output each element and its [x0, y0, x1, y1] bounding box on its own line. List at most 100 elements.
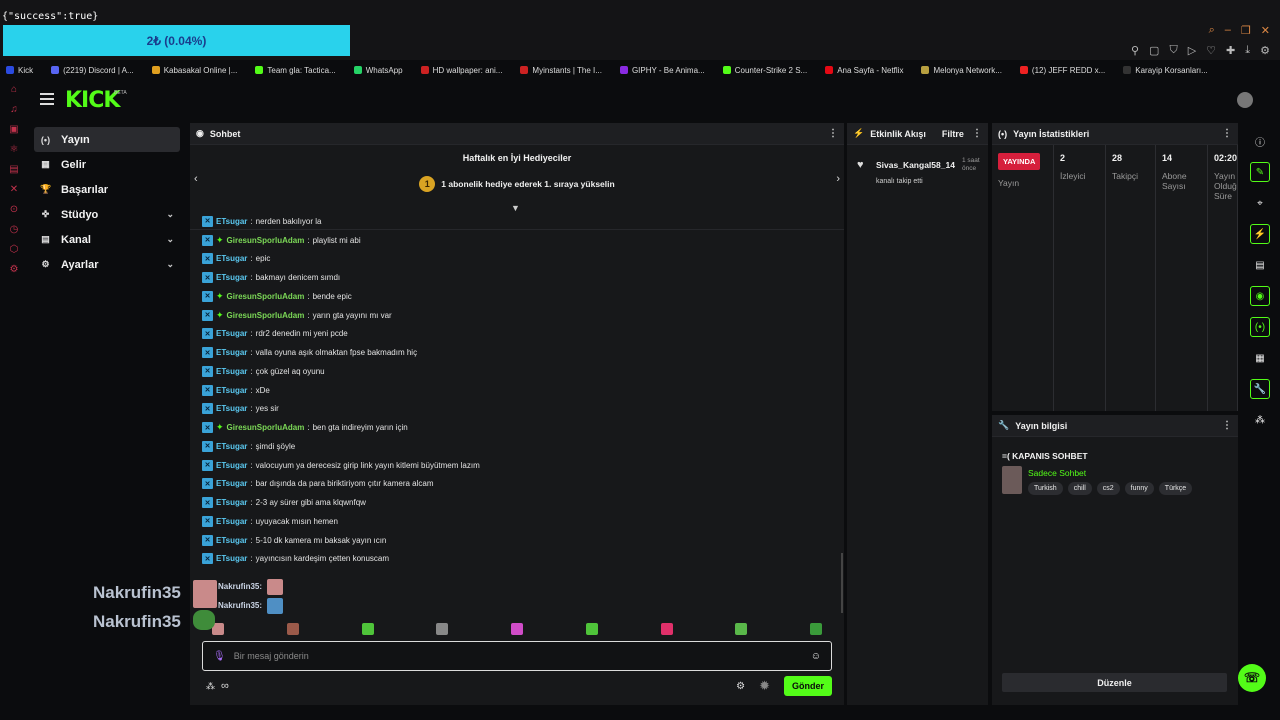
chevron-down-icon[interactable]: ⌄	[166, 259, 174, 270]
nav-item[interactable]: 🏆 Başarılar	[34, 177, 180, 202]
chat-username[interactable]: ETsugar	[216, 517, 247, 526]
chat-username[interactable]: ETsugar	[216, 273, 247, 282]
hamburger-menu-icon[interactable]	[40, 93, 54, 105]
broadcast-icon[interactable]: (•)	[1250, 317, 1270, 337]
bookmark-item[interactable]: Kabasakal Online |...	[151, 66, 237, 75]
chat-username[interactable]: ETsugar	[216, 404, 247, 413]
tag-chip[interactable]: cs2	[1096, 482, 1120, 495]
chat-username[interactable]: ETsugar	[216, 217, 247, 226]
chat-username[interactable]: ETsugar	[216, 554, 247, 563]
emote-button[interactable]	[810, 623, 822, 635]
tag-chip[interactable]: funny	[1124, 482, 1154, 495]
emote-button[interactable]	[286, 623, 299, 635]
chat-input-box[interactable]: 🎙 ☺	[202, 641, 832, 671]
app-icon[interactable]: ▣	[9, 124, 18, 135]
chevron-down-icon[interactable]: ⌄	[166, 209, 174, 220]
emote-button[interactable]	[585, 623, 598, 635]
chat-username[interactable]: ETsugar	[216, 367, 247, 376]
chat-username[interactable]: ETsugar	[216, 442, 247, 451]
emote-button[interactable]	[511, 623, 523, 635]
shield-icon[interactable]: ⛉	[1169, 44, 1177, 57]
wrench-toolbar-icon[interactable]: 🔧	[1250, 379, 1270, 399]
bookmark-item[interactable]: Myinstants | The I...	[520, 66, 602, 75]
tag-chip[interactable]: chill	[1067, 482, 1092, 495]
twitch-icon[interactable]: ▤	[9, 164, 18, 175]
info-icon[interactable]: ⓘ	[1250, 131, 1270, 151]
layout-icon[interactable]: ▦	[1250, 348, 1270, 368]
chat-nick-2[interactable]: Nakrufin35:	[218, 601, 262, 610]
help-chat-icon[interactable]: ☏	[1238, 664, 1266, 692]
bookmark-item[interactable]: Ana Sayfa - Netflix	[825, 66, 903, 75]
settings-icon[interactable]: ⚙	[1260, 44, 1270, 57]
chat-username[interactable]: GiresunSporluAdam	[227, 311, 305, 320]
emoji-picker-icon[interactable]: ☺	[811, 651, 821, 662]
kick-logo[interactable]: KICK	[65, 88, 120, 113]
download-icon[interactable]: ⤓	[1245, 44, 1250, 57]
heart-icon[interactable]: ♡	[1206, 44, 1216, 57]
gear-badge-icon[interactable]: ✹	[759, 678, 770, 694]
nav-item[interactable]: ▤ Kanal ⌄	[34, 227, 180, 252]
chat-username[interactable]: ETsugar	[216, 461, 247, 470]
microphone-icon[interactable]: 🎙	[213, 651, 226, 662]
edit-pencil-icon[interactable]: ✎	[1250, 162, 1270, 182]
stream-category[interactable]: Sadece Sohbet	[1028, 468, 1086, 478]
emote-button[interactable]	[660, 623, 673, 635]
bookmark-item[interactable]: Kick	[6, 66, 33, 75]
play-icon[interactable]: ▷	[1188, 44, 1196, 57]
box-icon[interactable]: ⬡	[10, 244, 19, 255]
extensions-icon[interactable]: ✚	[1226, 44, 1235, 57]
chat-username[interactable]: ETsugar	[216, 386, 247, 395]
activity-options-icon[interactable]: ⋮	[972, 128, 982, 139]
bookmark-item[interactable]: GIPHY - Be Anima...	[619, 66, 705, 75]
pin-icon[interactable]: ⚲	[1131, 44, 1139, 57]
aria-icon[interactable]: ⚛	[10, 144, 19, 155]
stats-toolbar-icon[interactable]: ▤	[1250, 255, 1270, 275]
clock-icon[interactable]: ◷	[10, 224, 19, 235]
chat-username[interactable]: ETsugar	[216, 498, 247, 507]
x-icon[interactable]: ✕	[10, 184, 18, 195]
chat-username[interactable]: ETsugar	[216, 536, 247, 545]
chat-username[interactable]: GiresunSporluAdam	[227, 236, 305, 245]
bag-icon[interactable]: ⌂	[11, 84, 17, 95]
user-avatar[interactable]	[1237, 92, 1253, 108]
chat-username[interactable]: ETsugar	[216, 329, 247, 338]
emote-button[interactable]	[436, 623, 449, 635]
chat-username[interactable]: GiresunSporluAdam	[227, 292, 305, 301]
nav-item[interactable]: (•) Yayın	[34, 127, 180, 152]
stats-options-icon[interactable]: ⋮	[1222, 128, 1232, 139]
lightning-toolbar-icon[interactable]: ⚡	[1250, 224, 1270, 244]
bookmark-item[interactable]: HD wallpaper: ani...	[420, 66, 502, 75]
screenshot-icon[interactable]: ▢	[1149, 44, 1159, 57]
send-button[interactable]: Gönder	[783, 676, 832, 696]
close-icon[interactable]: ✕	[1261, 24, 1270, 37]
nav-item[interactable]: ▦ Gelir	[34, 152, 180, 177]
share-icon[interactable]: ⁂	[1250, 410, 1270, 430]
chat-toolbar-icon[interactable]: ◉	[1250, 286, 1270, 306]
chat-username[interactable]: GiresunSporluAdam	[227, 423, 305, 432]
player-icon[interactable]: ⊙	[10, 204, 18, 215]
bookmark-item[interactable]: (12) JEFF REDD x...	[1019, 66, 1105, 75]
maximize-icon[interactable]: ❐	[1241, 24, 1251, 37]
community-icon[interactable]: ⁂	[206, 681, 215, 692]
gear-icon[interactable]: ⚙	[10, 264, 19, 275]
tag-chip[interactable]: Türkçe	[1158, 482, 1193, 495]
chat-scrollbar[interactable]	[841, 553, 843, 613]
minimize-icon[interactable]: –	[1225, 24, 1231, 37]
bookmark-item[interactable]: Karayip Korsanları...	[1123, 66, 1208, 75]
chat-username[interactable]: ETsugar	[216, 348, 247, 357]
nav-item[interactable]: ⚙ Ayarlar ⌄	[34, 252, 180, 277]
bookmark-item[interactable]: Melonya Network...	[921, 66, 1002, 75]
nav-item[interactable]: ✜ Stüdyo ⌄	[34, 202, 180, 227]
chevron-down-icon[interactable]: ⌄	[166, 234, 174, 245]
activity-username[interactable]: Sivas_Kangal58_14	[876, 160, 955, 170]
emote-button[interactable]	[735, 623, 748, 635]
chat-nick-1[interactable]: Nakrufin35:	[218, 582, 262, 591]
target-icon[interactable]: ⌖	[1250, 193, 1270, 213]
chat-message-input[interactable]	[233, 651, 803, 661]
bookmark-item[interactable]: WhatsApp	[353, 66, 403, 75]
info-options-icon[interactable]: ⋮	[1222, 420, 1232, 431]
chat-options-icon[interactable]: ⋮	[828, 128, 838, 139]
bookmark-item[interactable]: Counter-Strike 2 S...	[722, 66, 807, 75]
bookmark-item[interactable]: Team gla: Tactica...	[255, 66, 336, 75]
settings-cog-icon[interactable]: ⚙	[736, 681, 745, 692]
